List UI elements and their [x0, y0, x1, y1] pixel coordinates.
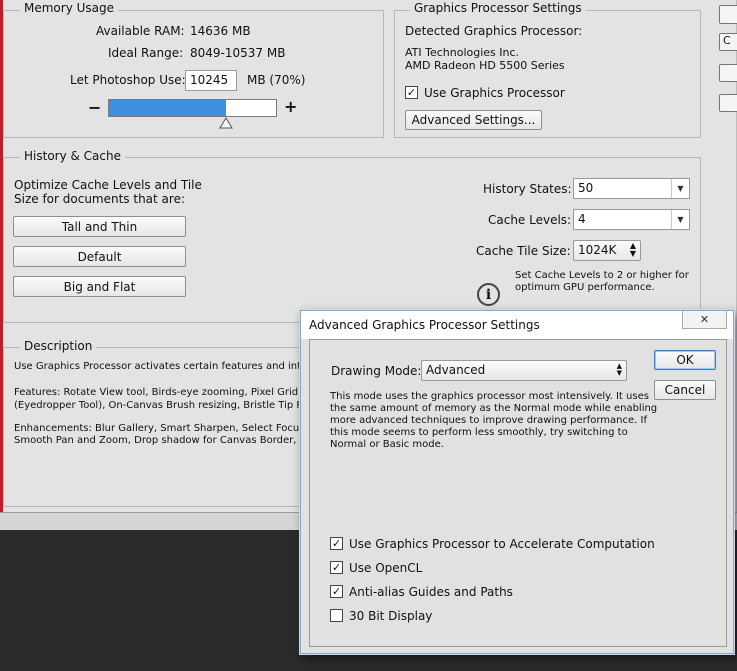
history-states-label: History States:: [483, 182, 572, 196]
use-gpu-label: Use Graphics Processor: [424, 86, 565, 100]
gpu-model: AMD Radeon HD 5500 Series: [405, 59, 565, 72]
cancel-button[interactable]: Cancel: [654, 380, 716, 400]
30-bit-display-label: 30 Bit Display: [349, 609, 433, 623]
description-legend: Description: [20, 339, 97, 353]
history-cache-legend: History & Cache: [20, 149, 125, 163]
let-photoshop-use-label: Let Photoshop Use:: [70, 73, 186, 87]
dialog-title: Advanced Graphics Processor Settings: [309, 318, 540, 332]
cache-tile-size-label: Cache Tile Size:: [476, 244, 571, 258]
gpu-settings-legend: Graphics Processor Settings: [410, 1, 586, 15]
description-line-4: Enhancements: Blur Gallery, Smart Sharpe…: [14, 423, 334, 434]
mode-desc-2: the same amount of memory as the Normal …: [330, 403, 658, 414]
check-icon: ✓: [406, 86, 417, 99]
use-opencl-label: Use OpenCL: [349, 561, 423, 575]
description-line-3: (Eyedropper Tool), On-Canvas Brush resiz…: [14, 400, 328, 411]
memory-decrease-button[interactable]: −: [88, 98, 101, 117]
available-ram-value: 14636 MB: [190, 24, 251, 38]
ok-button[interactable]: OK: [654, 350, 716, 370]
edge-button-2-label: C: [723, 34, 731, 47]
use-gpu-checkbox[interactable]: ✓: [405, 86, 418, 99]
chevron-down-icon: ▼: [671, 210, 689, 229]
ideal-range-value: 8049-10537 MB: [190, 46, 286, 60]
anti-alias-label: Anti-alias Guides and Paths: [349, 585, 513, 599]
history-states-combo[interactable]: 50 ▼: [573, 178, 690, 199]
accelerate-computation-checkbox[interactable]: ✓: [330, 537, 343, 550]
edge-button-4[interactable]: [719, 94, 737, 112]
optimize-text-2: Size for documents that are:: [14, 192, 186, 206]
mode-desc-3: more advanced techniques to improve draw…: [330, 415, 647, 426]
cache-tile-size-select[interactable]: 1024K ▲ ▼: [573, 240, 641, 261]
cache-hint-2: optimum GPU performance.: [515, 282, 655, 293]
detected-gpu-label: Detected Graphics Processor:: [405, 24, 583, 38]
dialog-title-bar: Advanced Graphics Processor Settings ✕: [301, 311, 733, 339]
info-icon-glyph: i: [485, 286, 492, 303]
30-bit-display-checkbox[interactable]: [330, 609, 343, 622]
mode-desc-5: Normal or Basic mode.: [330, 439, 444, 450]
cache-levels-combo[interactable]: 4 ▼: [573, 209, 690, 230]
history-states-value: 50: [578, 181, 594, 195]
accelerate-computation-label: Use Graphics Processor to Accelerate Com…: [349, 537, 655, 551]
close-icon: ✕: [699, 313, 710, 326]
edge-button-3[interactable]: [719, 64, 737, 82]
description-line-1: Use Graphics Processor activates certain…: [14, 361, 340, 372]
memory-slider-thumb[interactable]: [219, 117, 234, 129]
big-and-flat-button[interactable]: Big and Flat: [13, 276, 186, 297]
drawing-mode-select[interactable]: Advanced ▲ ▼: [421, 360, 627, 381]
mode-desc-4: this mode seems to perform less smoothly…: [330, 427, 628, 438]
updown-icon: ▲ ▼: [616, 362, 622, 377]
cache-hint-1: Set Cache Levels to 2 or higher for: [515, 270, 689, 281]
ideal-range-label: Ideal Range:: [108, 46, 184, 60]
cache-levels-label: Cache Levels:: [488, 213, 572, 227]
check-icon: ✓: [331, 537, 342, 550]
close-button[interactable]: ✕: [682, 311, 727, 329]
info-icon: i: [477, 283, 500, 306]
tall-and-thin-button[interactable]: Tall and Thin: [13, 216, 186, 237]
drawing-mode-value: Advanced: [426, 363, 486, 377]
description-line-2: Features: Rotate View tool, Birds-eye zo…: [14, 387, 337, 398]
description-line-5: Smooth Pan and Zoom, Drop shadow for Can…: [14, 435, 340, 446]
memory-slider-fill: [109, 100, 226, 116]
gpu-vendor: ATI Technologies Inc.: [405, 46, 520, 59]
drawing-mode-label: Drawing Mode:: [331, 364, 422, 378]
advanced-gpu-dialog: Advanced Graphics Processor Settings ✕ D…: [300, 310, 734, 654]
edge-button-1[interactable]: [719, 5, 737, 24]
optimize-text-1: Optimize Cache Levels and Tile: [14, 178, 202, 192]
check-icon: ✓: [331, 561, 342, 574]
memory-input[interactable]: 10245: [185, 70, 237, 91]
cache-tile-size-value: 1024K: [578, 243, 617, 257]
memory-usage-legend: Memory Usage: [20, 1, 119, 15]
advanced-settings-button[interactable]: Advanced Settings...: [405, 110, 542, 130]
use-opencl-checkbox[interactable]: ✓: [330, 561, 343, 574]
default-button[interactable]: Default: [13, 246, 186, 267]
chevron-down-icon: ▼: [671, 179, 689, 198]
check-icon: ✓: [331, 585, 342, 598]
available-ram-label: Available RAM:: [96, 24, 185, 38]
mode-desc-1: This mode uses the graphics processor mo…: [330, 391, 649, 402]
memory-increase-button[interactable]: +: [284, 97, 297, 116]
anti-alias-checkbox[interactable]: ✓: [330, 585, 343, 598]
updown-icon: ▲ ▼: [629, 241, 636, 258]
memory-slider-track[interactable]: [108, 99, 277, 117]
edge-button-2[interactable]: C: [719, 33, 737, 51]
cache-levels-value: 4: [578, 212, 586, 226]
memory-unit-label: MB (70%): [247, 73, 306, 87]
